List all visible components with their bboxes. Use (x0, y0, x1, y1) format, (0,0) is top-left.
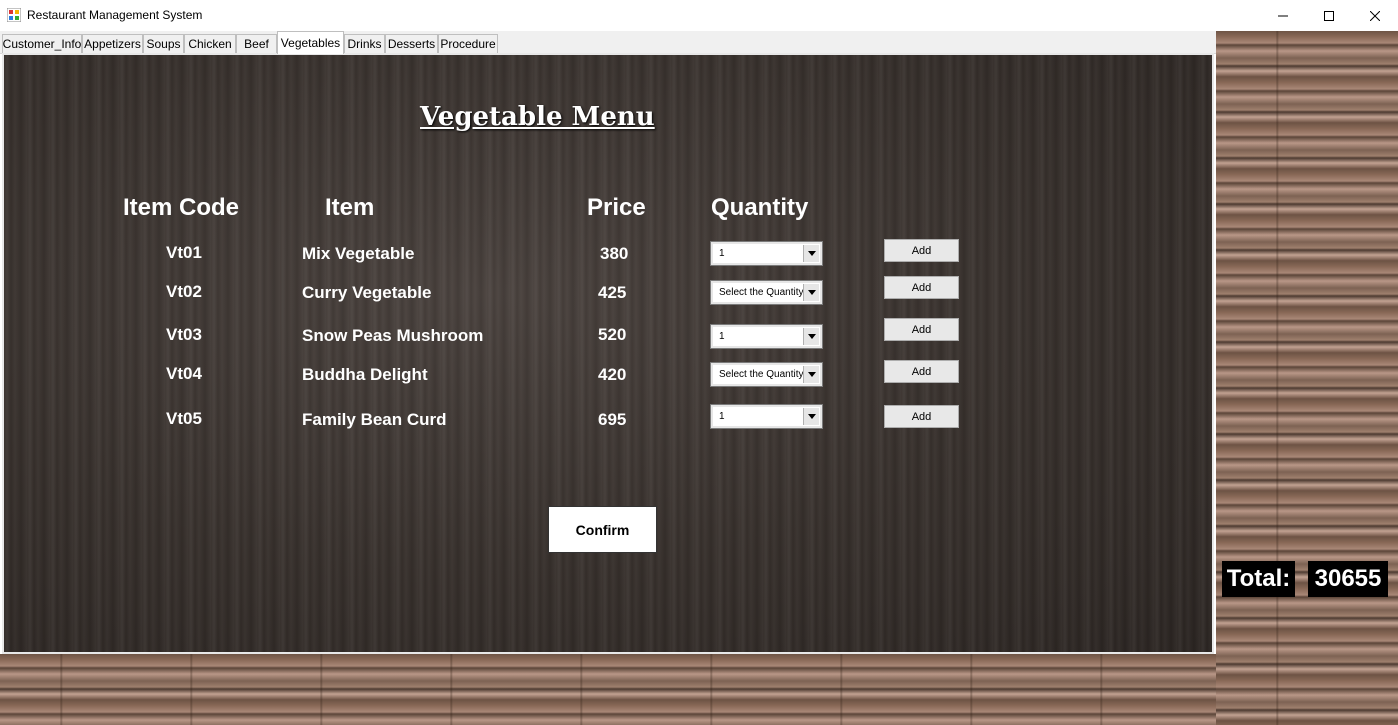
quantity-select-vt03[interactable]: 1 (710, 324, 823, 349)
tab-customer-info[interactable]: Customer_Info (2, 34, 82, 53)
chevron-down-icon (803, 284, 819, 301)
quantity-select-vt02[interactable]: Select the Quantity (710, 280, 823, 305)
minimize-icon (1278, 15, 1288, 16)
quantity-select-vt01[interactable]: 1 (710, 241, 823, 266)
wood-background-right (1216, 31, 1398, 725)
item-code-vt05: Vt05 (166, 409, 202, 428)
total-label: Total: (1222, 561, 1295, 597)
add-button-vt02[interactable]: Add (884, 276, 959, 299)
tab-chicken[interactable]: Chicken (184, 34, 236, 53)
menu-title: Vegetable Menu (420, 102, 655, 132)
add-button-vt05[interactable]: Add (884, 405, 959, 428)
tab-desserts[interactable]: Desserts (385, 34, 438, 53)
maximize-button[interactable] (1306, 0, 1352, 31)
add-button-vt01[interactable]: Add (884, 239, 959, 262)
minimize-button[interactable] (1260, 0, 1306, 31)
chevron-down-icon (803, 328, 819, 345)
chevron-down-icon (803, 366, 819, 383)
add-button-vt04[interactable]: Add (884, 360, 959, 383)
item-price-vt03: 520 (598, 325, 627, 344)
item-price-vt01: 380 (600, 244, 629, 263)
header-item: Item (325, 194, 375, 221)
app-icon (7, 8, 21, 22)
item-name-vt02: Curry Vegetable (302, 283, 432, 302)
maximize-icon (1324, 10, 1334, 21)
tab-procedure[interactable]: Procedure (438, 34, 498, 53)
confirm-button[interactable]: Confirm (548, 506, 657, 553)
item-code-vt02: Vt02 (166, 282, 202, 301)
window-title: Restaurant Management System (27, 8, 203, 22)
item-price-vt04: 420 (598, 365, 627, 384)
header-price: Price (587, 194, 646, 221)
tab-soups[interactable]: Soups (143, 34, 184, 53)
vegetables-panel (2, 53, 1214, 654)
quantity-select-value: 1 (719, 248, 725, 259)
chevron-down-icon (803, 245, 819, 262)
close-icon (1370, 10, 1380, 21)
tab-appetizers[interactable]: Appetizers (82, 34, 143, 53)
tab-strip: Customer_Info Appetizers Soups Chicken B… (0, 31, 1216, 54)
item-price-vt02: 425 (598, 283, 627, 302)
quantity-select-vt05[interactable]: 1 (710, 404, 823, 429)
wood-background-bottom (0, 654, 1216, 725)
item-name-vt04: Buddha Delight (302, 365, 428, 384)
item-code-vt04: Vt04 (166, 364, 202, 383)
chevron-down-icon (803, 408, 819, 425)
quantity-select-vt04[interactable]: Select the Quantity (710, 362, 823, 387)
item-name-vt03: Snow Peas Mushroom (302, 326, 484, 345)
item-price-vt05: 695 (598, 410, 627, 429)
header-quantity: Quantity (711, 194, 809, 221)
title-bar: Restaurant Management System (0, 0, 1398, 31)
quantity-select-value: Select the Quantity (719, 369, 804, 380)
total-value: 30655 (1308, 561, 1388, 597)
close-button[interactable] (1352, 0, 1398, 31)
tab-vegetables[interactable]: Vegetables (277, 31, 344, 54)
item-code-vt01: Vt01 (166, 243, 202, 262)
quantity-select-value: 1 (719, 411, 725, 422)
tab-drinks[interactable]: Drinks (344, 34, 385, 53)
item-name-vt05: Family Bean Curd (302, 410, 447, 429)
tab-beef[interactable]: Beef (236, 34, 277, 53)
add-button-vt03[interactable]: Add (884, 318, 959, 341)
quantity-select-value: Select the Quantity (719, 287, 804, 298)
quantity-select-value: 1 (719, 331, 725, 342)
item-name-vt01: Mix Vegetable (302, 244, 415, 263)
item-code-vt03: Vt03 (166, 325, 202, 344)
header-item-code: Item Code (123, 194, 240, 221)
